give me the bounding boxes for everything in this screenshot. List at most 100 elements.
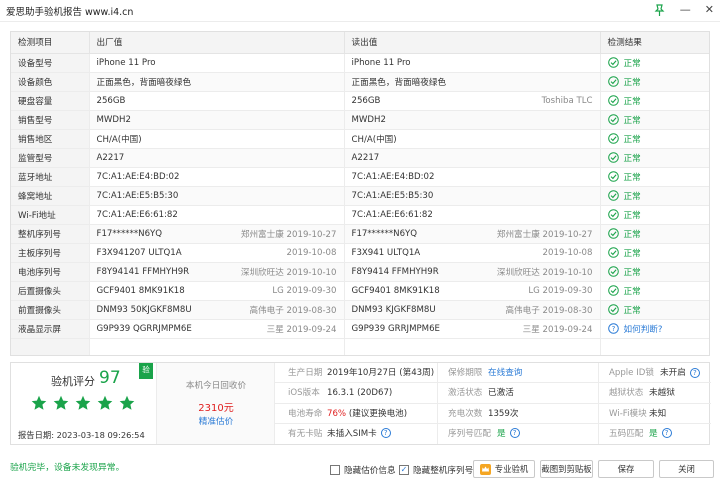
close-window-button[interactable]: ✕ xyxy=(705,3,714,17)
read-note: 郑州富士康 2019-10-27 xyxy=(496,229,593,240)
close-button[interactable]: 关闭 xyxy=(659,460,714,478)
score-value: 97 xyxy=(99,368,121,388)
table-row: 后置摄像头 GCF9401 8MK91K18 LG 2019-09-30 GCF940… xyxy=(11,281,709,301)
read-value: 256GB xyxy=(351,95,381,106)
result-text: 正常 xyxy=(623,305,641,316)
pro-inspect-button[interactable]: 专业验机 xyxy=(473,460,535,478)
factory-note: 三星 2019-09-24 xyxy=(266,324,337,335)
check-circle-icon xyxy=(607,209,619,220)
result-text: 正常 xyxy=(623,248,641,259)
pin-icon[interactable] xyxy=(653,3,666,17)
screenshot-button[interactable]: 截图到剪贴板 xyxy=(540,460,593,478)
check-circle-icon xyxy=(607,57,619,68)
battery-percent: 76% xyxy=(327,408,347,419)
factory-cell: F8Y94141 FFMHYH9R 深圳欣旺达 2019-10-10 xyxy=(89,262,345,282)
result-cell: 正常 xyxy=(600,91,709,111)
warranty-link[interactable]: 在线查询 xyxy=(488,363,522,383)
help-icon[interactable]: ? xyxy=(661,428,672,439)
read-note: 高伟电子 2019-08-30 xyxy=(505,305,593,316)
window-controls: — ✕ xyxy=(653,3,714,17)
factory-value: F17******N6YQ xyxy=(96,228,163,239)
checkbox-checked-icon[interactable]: ✓ xyxy=(399,465,409,475)
factory-cell: 7C:A1:AE:E4:BD:02 xyxy=(89,167,345,187)
status-message: 验机完毕，设备未发现异常。 xyxy=(10,463,125,473)
star-icon xyxy=(31,395,47,410)
warranty-label: 保修期限 xyxy=(448,368,483,378)
factory-value: 7C:A1:AE:E4:BD:02 xyxy=(96,171,180,182)
production-date-value: 2019年10月27日 (第43周) xyxy=(327,368,435,378)
item-cell: 后置摄像头 xyxy=(11,281,90,301)
svg-text:?: ? xyxy=(611,325,615,333)
apple-id-label: Apple ID锁 xyxy=(609,368,654,378)
item-cell: 设备型号 xyxy=(11,53,90,73)
read-cell: 正面黑色，背面暗夜绿色 xyxy=(344,72,601,92)
production-date-label: 生产日期 xyxy=(288,368,323,378)
factory-value: iPhone 11 Pro xyxy=(96,57,156,68)
read-cell: 256GB Toshiba TLC xyxy=(344,91,601,111)
check-circle-icon xyxy=(607,266,619,277)
table-row: 设备颜色 正面黑色，背面暗夜绿色 正面黑色，背面暗夜绿色 正常 xyxy=(11,72,709,92)
estimate-link[interactable]: 精准估价 xyxy=(157,415,275,427)
result-text: 正常 xyxy=(623,77,641,88)
check-circle-icon xyxy=(607,190,619,201)
factory-cell: MWDH2 xyxy=(89,110,345,130)
item-cell: 监管型号 xyxy=(11,148,90,168)
factory-cell: 7C:A1:AE:E6:61:82 xyxy=(89,205,345,225)
battery-value: 76% (建议更换电池) xyxy=(327,404,407,424)
crown-icon xyxy=(479,463,491,475)
result-cell[interactable]: ? 如何判断? xyxy=(600,319,709,339)
check-circle-icon xyxy=(607,285,619,296)
read-value: iPhone 11 Pro xyxy=(351,57,411,68)
read-cell: G9P939 GRRJMPM6E 三星 2019-09-24 xyxy=(344,319,601,339)
read-note: Toshiba TLC xyxy=(541,95,593,106)
wifi-value: 未知 xyxy=(649,408,667,419)
result-cell: 正常 xyxy=(600,205,709,225)
read-value: 7C:A1:AE:E6:61:82 xyxy=(351,209,433,220)
fivecode-label: 五码匹配 xyxy=(609,428,644,439)
factory-cell: A2217 xyxy=(89,148,345,168)
read-cell: iPhone 11 Pro xyxy=(344,53,601,73)
read-value: G9P939 GRRJMPM6E xyxy=(351,323,441,334)
item-cell: 蜂窝地址 xyxy=(11,186,90,206)
table-row: 销售地区 CH/A(中国) CH/A(中国) 正常 xyxy=(11,129,709,149)
result-cell: 正常 xyxy=(600,148,709,168)
factory-cell: F3X941207 ULTQ1A 2019-10-08 xyxy=(89,243,345,263)
footer-bar: 验机完毕，设备未发现异常。 隐藏估价信息 ✓ 隐藏整机序列号 专业验机 截图到剪… xyxy=(0,452,720,486)
score-label: 验机评分 xyxy=(51,375,95,388)
factory-value: 7C:A1:AE:E6:61:82 xyxy=(96,209,178,220)
factory-note: LG 2019-09-30 xyxy=(272,285,337,296)
minimize-button[interactable]: — xyxy=(680,3,691,17)
read-note: 2019-10-08 xyxy=(542,247,593,258)
item-cell: 蓝牙地址 xyxy=(11,167,90,187)
read-cell: 7C:A1:AE:E6:61:82 xyxy=(344,205,601,225)
report-date: 报告日期: 2023-03-18 09:26:54 xyxy=(18,429,145,441)
read-cell: 7C:A1:AE:E5:B5:30 xyxy=(344,186,601,206)
header-item: 检测项目 xyxy=(11,32,90,54)
help-icon[interactable]: ? xyxy=(509,428,520,439)
result-cell: 正常 xyxy=(600,129,709,149)
result-text: 正常 xyxy=(623,153,641,164)
report-date-value: 2023-03-18 09:26:54 xyxy=(56,430,145,440)
help-icon[interactable]: ? xyxy=(689,367,700,378)
check-circle-icon xyxy=(607,114,619,125)
result-text: 正常 xyxy=(623,58,641,69)
result-cell: 正常 xyxy=(600,262,709,282)
factory-cell: GCF9401 8MK91K18 LG 2019-09-30 xyxy=(89,281,345,301)
check-circle-icon xyxy=(607,152,619,163)
read-value: 正面黑色，背面暗夜绿色 xyxy=(351,77,447,88)
pro-button-label: 专业验机 xyxy=(494,464,529,474)
charge-label: 充电次数 xyxy=(448,408,483,419)
save-button[interactable]: 保存 xyxy=(598,460,654,478)
result-cell: 正常 xyxy=(600,53,709,73)
result-cell: 正常 xyxy=(600,167,709,187)
summary-panel: 验机评分 97 验 报告日期: 2023-03-18 09:26:54 本机今日… xyxy=(10,362,711,445)
hide-serial-label: 隐藏整机序列号 xyxy=(413,466,474,476)
table-row: 销售型号 MWDH2 MWDH2 正常 xyxy=(11,110,709,130)
result-text: 正常 xyxy=(623,96,641,107)
checkbox-unchecked[interactable] xyxy=(330,465,340,475)
hide-serial-checkbox[interactable]: ✓ 隐藏整机序列号 xyxy=(399,464,473,476)
help-icon[interactable]: ? xyxy=(380,428,391,439)
hide-price-checkbox[interactable]: 隐藏估价信息 xyxy=(330,464,396,476)
battery-note: (建议更换电池) xyxy=(348,408,408,419)
result-text: 如何判断? xyxy=(623,324,663,335)
